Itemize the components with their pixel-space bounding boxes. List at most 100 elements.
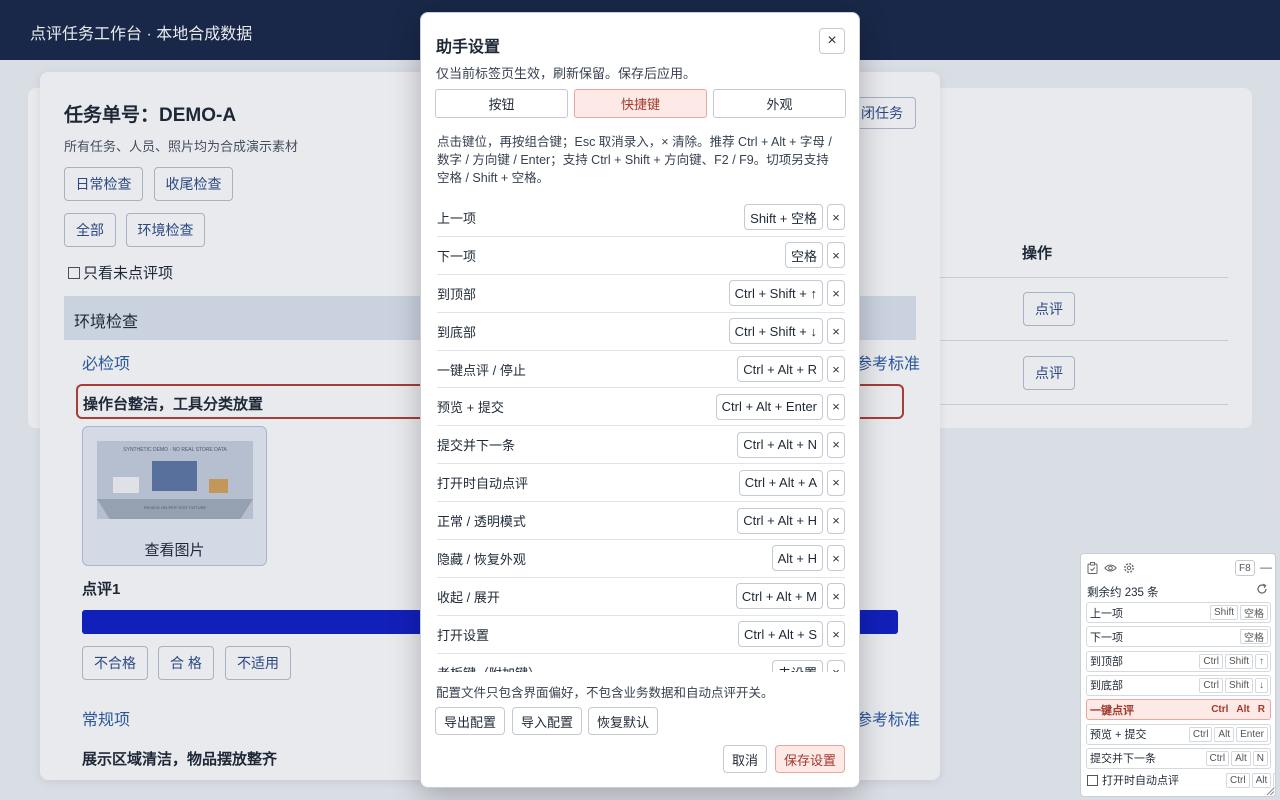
- clear-hotkey-icon[interactable]: ×: [827, 280, 845, 307]
- hotkey-row: 收起 / 展开 Ctrl + Alt + M ×: [437, 578, 845, 616]
- clear-hotkey-icon[interactable]: ×: [827, 659, 845, 672]
- hotkey-row: 打开设置 Ctrl + Alt + S ×: [437, 616, 845, 654]
- mini-key: ↑: [1255, 653, 1268, 669]
- hotkey-row: 隐藏 / 恢复外观 Alt + H ×: [437, 540, 845, 578]
- hotkey-label: 打开设置: [437, 627, 490, 643]
- hotkey-label: 到顶部: [437, 286, 477, 302]
- mini-action-row[interactable]: 到顶部 Ctrl Shift ↑: [1086, 650, 1271, 672]
- mini-key: ↓: [1255, 677, 1268, 693]
- mini-action-row[interactable]: 上一项 Shift 空格: [1086, 602, 1271, 623]
- hotkey-key-field[interactable]: Ctrl + Alt + S: [738, 621, 823, 648]
- checkbox[interactable]: [1087, 774, 1098, 786]
- hotkey-key-field[interactable]: Shift + 空格: [744, 204, 823, 231]
- hotkey-key-field[interactable]: 未设置: [771, 659, 823, 672]
- clear-hotkey-icon[interactable]: ×: [827, 621, 845, 648]
- mini-key: Enter: [1236, 726, 1268, 742]
- hotkey-key-field[interactable]: Ctrl + Alt + A: [738, 469, 823, 496]
- hotkey-label: 下一项: [437, 248, 477, 264]
- f8-hotkey-badge[interactable]: F8: [1235, 560, 1255, 576]
- mini-key: Ctrl: [1211, 704, 1229, 716]
- auto-review-toggle[interactable]: 打开时自动点评 CtrlAltA: [1087, 772, 1275, 788]
- clear-hotkey-icon[interactable]: ×: [827, 583, 845, 610]
- hotkey-label: 提交并下一条: [437, 438, 516, 454]
- gear-icon[interactable]: [1123, 562, 1135, 577]
- hotkey-row: 打开时自动点评 Ctrl + Alt + A ×: [437, 464, 845, 503]
- resize-handle-icon[interactable]: [1265, 786, 1275, 796]
- hotkey-row: 上一项 Shift + 空格 ×: [437, 199, 845, 237]
- mini-key: Alt: [1236, 704, 1250, 716]
- save-settings-button[interactable]: 保存设置: [775, 745, 845, 773]
- tab-buttons[interactable]: 按钮: [435, 89, 568, 118]
- mini-action-row[interactable]: 一键点评 Ctrl Alt R: [1086, 699, 1271, 721]
- hotkey-label: 正常 / 透明模式: [437, 514, 526, 530]
- refresh-icon[interactable]: [1256, 583, 1268, 598]
- clear-hotkey-icon[interactable]: ×: [827, 242, 845, 269]
- hotkey-label: 打开时自动点评: [437, 476, 529, 492]
- hotkey-label: 到底部: [437, 324, 477, 340]
- mini-key: Alt: [1231, 750, 1251, 766]
- reset-default-button[interactable]: 恢复默认: [588, 707, 658, 735]
- tab-hotkeys[interactable]: 快捷键: [574, 89, 707, 118]
- clear-hotkey-icon[interactable]: ×: [827, 469, 845, 496]
- hotkey-key-field[interactable]: Ctrl + Alt + M: [735, 583, 823, 610]
- hotkey-row: 一键点评 / 停止 Ctrl + Alt + R ×: [437, 351, 845, 389]
- mini-key: R: [1257, 704, 1265, 716]
- mini-action-row[interactable]: 预览 + 提交 Ctrl Alt Enter: [1086, 723, 1271, 745]
- minimize-icon[interactable]: —: [1260, 560, 1272, 574]
- mini-key: Alt: [1214, 726, 1235, 742]
- hotkey-label: 隐藏 / 恢复外观: [437, 551, 526, 567]
- close-icon[interactable]: ×: [819, 28, 845, 54]
- mini-key: Ctrl: [1226, 772, 1250, 788]
- mini-key: 空格: [1240, 605, 1268, 620]
- hotkey-key-field[interactable]: 空格: [784, 242, 823, 269]
- eye-icon[interactable]: [1104, 563, 1117, 576]
- mini-action-row[interactable]: 下一项 空格: [1086, 626, 1271, 648]
- clipboard-icon[interactable]: [1087, 561, 1098, 577]
- mini-key: Ctrl: [1188, 726, 1213, 742]
- mini-action-row[interactable]: 到底部 Ctrl Shift ↓: [1086, 674, 1271, 696]
- mini-action-label: 一键点评: [1090, 704, 1134, 717]
- mini-action-label: 下一项: [1090, 631, 1123, 644]
- cancel-button[interactable]: 取消: [723, 745, 767, 773]
- hotkey-help-text: 点击键位，再按组合键；Esc 取消录入，× 清除。推荐 Ctrl + Alt +…: [437, 135, 832, 185]
- config-note: 配置文件只包含界面偏好，不包含业务数据和自动点评开关。: [436, 686, 774, 700]
- dialog-subtitle: 仅当前标签页生效，刷新保留。保存后应用。: [436, 66, 697, 81]
- mini-key: 空格: [1240, 629, 1268, 645]
- mini-action-label: 上一项: [1090, 607, 1123, 620]
- hotkey-key-field[interactable]: Ctrl + Shift + ↓: [728, 318, 823, 345]
- dialog-title: 助手设置: [436, 39, 501, 56]
- hotkey-row: 提交并下一条 Ctrl + Alt + N ×: [437, 426, 845, 465]
- mini-action-label: 提交并下一条: [1090, 753, 1156, 766]
- tab-appearance[interactable]: 外观: [713, 89, 846, 118]
- clear-hotkey-icon[interactable]: ×: [827, 545, 845, 572]
- hotkey-key-field[interactable]: Ctrl + Alt + N: [737, 431, 823, 458]
- clear-hotkey-icon[interactable]: ×: [827, 507, 845, 534]
- mini-action-row[interactable]: 提交并下一条 Ctrl Alt N: [1086, 747, 1271, 769]
- hotkey-row: 到顶部 Ctrl + Shift + ↑ ×: [437, 275, 845, 313]
- hotkey-key-field[interactable]: Ctrl + Shift + ↑: [728, 280, 823, 307]
- hotkey-list: 上一项 Shift + 空格 × 下一项 空格 × 到顶部 Ctrl + Shift + ↑ ×…: [437, 199, 845, 672]
- hotkey-key-field[interactable]: Ctrl + Alt + H: [737, 507, 823, 534]
- export-config-button[interactable]: 导出配置: [435, 707, 505, 735]
- hotkey-key-field[interactable]: Ctrl + Alt + R: [737, 356, 823, 382]
- clear-hotkey-icon[interactable]: ×: [827, 356, 845, 382]
- hotkey-label: 老板键（附加键）: [437, 663, 772, 672]
- mini-action-label: 到顶部: [1090, 656, 1123, 669]
- mini-key: N: [1252, 750, 1268, 766]
- import-config-button[interactable]: 导入配置: [512, 707, 582, 735]
- hotkey-label: 预览 + 提交: [437, 400, 504, 416]
- clear-hotkey-icon[interactable]: ×: [827, 204, 845, 231]
- mini-action-label: 到底部: [1090, 680, 1123, 693]
- hotkey-key-field[interactable]: Ctrl + Alt + Enter: [715, 393, 823, 420]
- hotkey-key-field[interactable]: Alt + H: [771, 545, 823, 572]
- clear-hotkey-icon[interactable]: ×: [827, 393, 845, 420]
- remaining-count: 剩余约 235 条: [1087, 587, 1159, 599]
- clear-hotkey-icon[interactable]: ×: [827, 318, 845, 345]
- mini-key: Ctrl: [1199, 653, 1223, 669]
- hotkey-row: 预览 + 提交 Ctrl + Alt + Enter ×: [437, 388, 845, 427]
- helper-mini-panel: F8 — 剩余约 235 条 上一项 Shift 空格 下一项 空格 到顶部 Ctrl Shi…: [1080, 553, 1276, 797]
- hotkey-label: 收起 / 展开: [437, 589, 500, 605]
- mini-key: Shift: [1224, 677, 1253, 693]
- mini-key: Shift: [1209, 605, 1238, 620]
- clear-hotkey-icon[interactable]: ×: [827, 431, 845, 458]
